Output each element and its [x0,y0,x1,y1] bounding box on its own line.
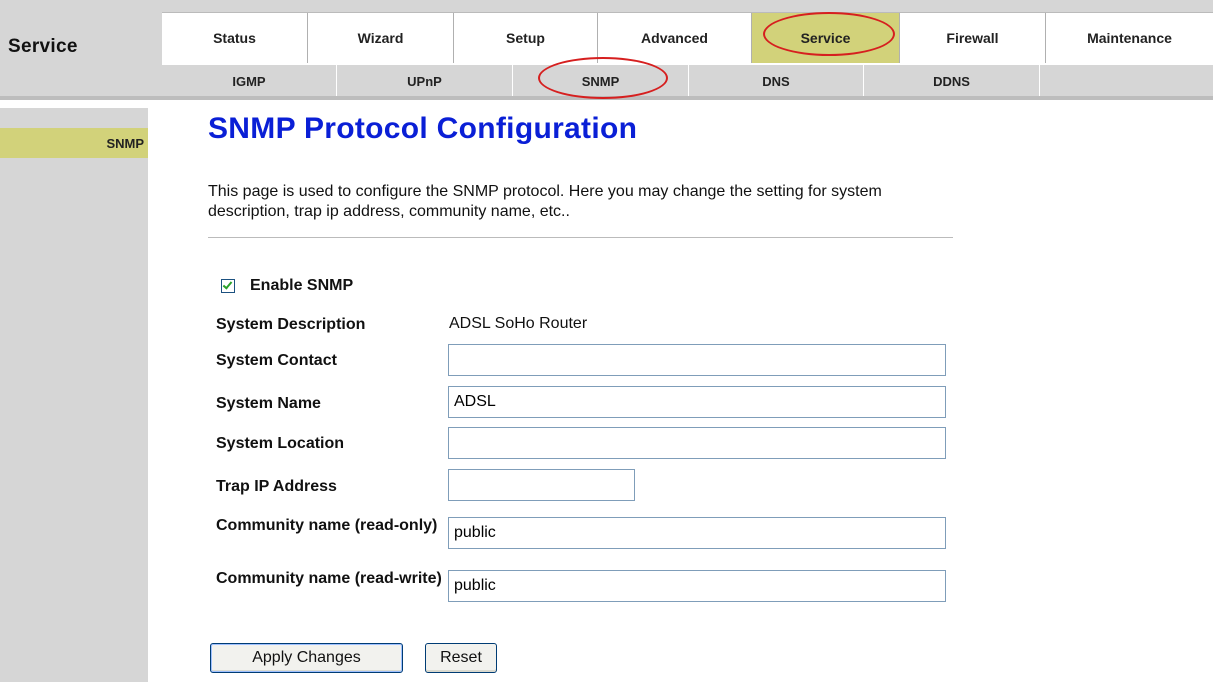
trap-ip-input[interactable] [448,469,635,501]
subtab-ddns[interactable]: DDNS [864,65,1040,97]
page-title: SNMP Protocol Configuration [208,112,638,145]
sidebar: SNMP [0,108,148,682]
subtab-snmp[interactable]: SNMP [513,65,689,97]
tab-service[interactable]: Service [752,13,900,63]
sidebar-item-snmp[interactable]: SNMP [0,128,148,158]
header-bar: Service Status Wizard Setup Advanced Ser… [0,0,1213,100]
tab-advanced[interactable]: Advanced [598,13,752,63]
tab-maintenance[interactable]: Maintenance [1046,13,1213,63]
trap-ip-label: Trap IP Address [216,478,337,495]
system-contact-label: System Contact [216,352,337,369]
subtab-upnp[interactable]: UPnP [337,65,513,97]
enable-snmp-label: Enable SNMP [250,277,354,294]
page-description: This page is used to configure the SNMP … [208,183,882,220]
header-divider [0,96,1213,100]
content-divider [208,237,953,238]
reset-button[interactable]: Reset [425,643,497,673]
tab-wizard[interactable]: Wizard [308,13,454,63]
enable-snmp-row: Enable SNMP [221,277,353,295]
enable-snmp-checkbox[interactable] [221,279,235,293]
system-description-value: ADSL SoHo Router [449,315,588,332]
system-name-label: System Name [216,395,321,412]
checkmark-icon [222,279,233,290]
community-rw-input[interactable] [448,570,946,602]
system-location-input[interactable] [448,427,946,459]
community-ro-input[interactable] [448,517,946,549]
apply-changes-button[interactable]: Apply Changes [210,643,403,673]
subtab-dns[interactable]: DNS [689,65,864,97]
section-title: Service [8,36,78,57]
system-description-label: System Description [216,316,366,333]
system-location-label: System Location [216,435,345,452]
tab-setup[interactable]: Setup [454,13,598,63]
system-name-input[interactable] [448,386,946,418]
tab-status[interactable]: Status [162,13,308,63]
sub-nav: IGMP UPnP SNMP DNS DDNS [162,64,1213,97]
tab-firewall[interactable]: Firewall [900,13,1046,63]
subtab-igmp[interactable]: IGMP [162,65,337,97]
system-contact-input[interactable] [448,344,946,376]
community-rw-label: Community name (read-write) [216,570,442,587]
subtab-empty [1040,65,1213,97]
community-ro-label: Community name (read-only) [216,517,438,534]
main-nav: Status Wizard Setup Advanced Service Fir… [162,12,1213,64]
